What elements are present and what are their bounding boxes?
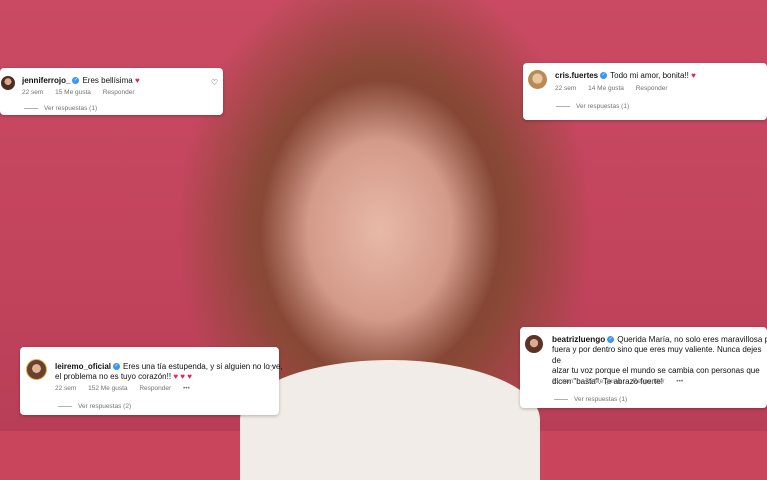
comment-age: 22 sem [555,85,577,92]
username[interactable]: beatrizluengo [552,335,605,344]
divider [24,107,38,109]
view-replies-button[interactable]: Ver respuestas (1) [556,103,629,110]
verified-badge-icon: ✓ [72,76,80,84]
comment-age: 21 sem [552,378,574,385]
view-replies-button[interactable]: Ver respuestas (1) [24,105,97,112]
reply-button[interactable]: Responder [633,378,665,385]
comment-text: Todo mi amor, bonita!! [610,71,689,80]
comment-card-cris-fuertes: cris.fuertes ✓ Todo mi amor, bonita!! ♥ 22… [523,63,767,120]
comment-text-line: fuera y por dentro sino que eres muy val… [552,345,762,365]
comment-age: 22 sem [22,89,44,96]
more-options-icon[interactable]: ••• [183,385,190,392]
view-replies-button[interactable]: Ver respuestas (2) [58,403,131,410]
likes-count[interactable]: 75 Me gusta [585,378,621,385]
more-options-icon[interactable]: ••• [676,378,683,385]
comment-text-continued: el problema no es tuyo corazón!! [55,372,172,381]
likes-count[interactable]: 15 Me gusta [55,89,91,96]
comment-text-line: alzar tu voz porque el mundo se cambia c… [552,366,760,375]
avatar[interactable] [26,359,47,380]
divider [554,398,568,400]
comment-text: Querida María, no solo eres maravillosa … [617,335,767,344]
divider [58,405,72,407]
photo-subject-clothing [240,360,540,480]
comment-card-jenniferrojo: jenniferrojo_ ✓ Eres bellísima ♥ ♡ 22 sem … [0,68,223,115]
heart-emojis: ♥ ♥ ♥ [173,372,193,381]
heart-outline-icon[interactable]: ♡ [211,78,218,87]
divider [556,105,570,107]
heart-outline-icon[interactable]: ♡ [268,364,275,373]
view-replies-button[interactable]: Ver respuestas (1) [554,396,627,403]
comment-text: Eres bellísima [82,76,133,85]
comment-text: Eres una tía estupenda, y si alguien no … [123,362,283,371]
username[interactable]: cris.fuertes [555,71,598,80]
heart-emoji: ♥ [134,76,140,85]
verified-badge-icon: ✓ [600,71,608,79]
avatar[interactable] [528,70,547,89]
username[interactable]: leiremo_oficial [55,362,111,371]
avatar[interactable] [525,335,543,353]
comment-card-leiremo-oficial: leiremo_oficial ✓ Eres una tía estupenda, … [20,347,283,415]
reply-button[interactable]: Responder [636,85,668,92]
verified-badge-icon: ✓ [607,335,615,343]
heart-emoji: ♥ [691,71,696,80]
username[interactable]: jenniferrojo_ [22,76,70,85]
likes-count[interactable]: 14 Me gusta [588,85,624,92]
comment-age: 22 sem [55,385,77,392]
comment-card-beatrizluengo: beatrizluengo ✓ Querida María, no solo ere… [520,327,767,408]
reply-button[interactable]: Responder [139,385,171,392]
verified-badge-icon: ✓ [113,362,121,370]
avatar[interactable] [1,76,15,90]
reply-button[interactable]: Responder [103,89,135,96]
likes-count[interactable]: 152 Me gusta [88,385,127,392]
